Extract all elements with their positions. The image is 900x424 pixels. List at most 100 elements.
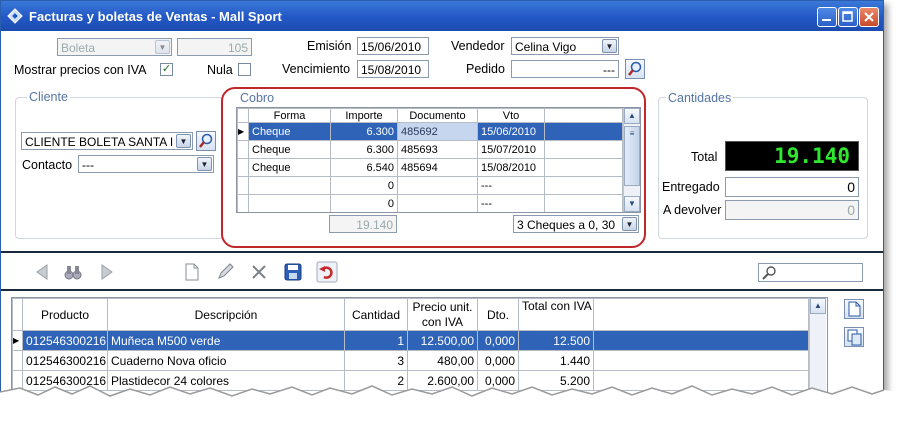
cell-vto[interactable]: 15/08/2010 xyxy=(477,158,545,177)
cell-importe[interactable]: 6.300 xyxy=(330,122,398,141)
new-line-button[interactable] xyxy=(844,299,864,319)
row-header xyxy=(237,140,249,159)
edit-button[interactable] xyxy=(214,261,236,283)
cell-vto[interactable]: 15/06/2010 xyxy=(477,122,545,141)
cell-empty xyxy=(544,122,623,141)
col-forma[interactable]: Forma xyxy=(248,108,331,123)
delete-button[interactable] xyxy=(248,261,270,283)
minimize-button[interactable] xyxy=(817,7,837,27)
entregado-field[interactable]: 0 xyxy=(725,177,859,197)
cell-vto[interactable]: 15/07/2010 xyxy=(477,140,545,159)
cell-forma[interactable]: Cheque xyxy=(248,158,331,177)
cell-precio[interactable]: 480,00 xyxy=(407,350,478,371)
save-icon xyxy=(284,263,302,281)
scroll-up-icon[interactable]: ▲ xyxy=(810,298,826,314)
table-row[interactable]: Cheque 6.540 485694 15/08/2010 xyxy=(237,158,623,177)
cell-importe[interactable]: 0 xyxy=(330,176,398,195)
cell-dto[interactable]: 0,000 xyxy=(477,350,519,371)
vencimiento-field[interactable]: 15/08/2010 xyxy=(357,60,429,78)
cell-dto[interactable]: 0,000 xyxy=(477,330,519,351)
table-row[interactable]: 0 --- xyxy=(237,176,623,195)
scroll-thumb[interactable]: ≡ xyxy=(624,126,640,186)
cliente-search-button[interactable] xyxy=(196,131,216,151)
pedido-label: Pedido xyxy=(466,62,505,76)
copy-line-button[interactable] xyxy=(844,327,864,347)
emision-field[interactable]: 15/06/2010 xyxy=(357,37,429,55)
doc-number-field[interactable]: 105 xyxy=(177,38,252,56)
cell-documento[interactable]: 485692 xyxy=(397,122,478,141)
doc-type-value: Boleta xyxy=(61,41,96,55)
new-button[interactable] xyxy=(181,261,203,283)
cell-producto[interactable]: 012546300216 xyxy=(22,350,108,371)
close-button[interactable] xyxy=(859,7,879,27)
nula-checkbox[interactable] xyxy=(238,63,251,76)
col-descripcion[interactable]: Descripción xyxy=(107,298,345,331)
new-document-icon xyxy=(848,301,861,317)
cell-documento[interactable]: 485694 xyxy=(397,158,478,177)
table-row[interactable]: ▶ 012546300216 Muñeca M500 verde 1 12.50… xyxy=(12,330,809,351)
cell-cantidad[interactable]: 3 xyxy=(344,350,408,371)
col-documento[interactable]: Documento xyxy=(397,108,478,123)
cell-documento[interactable] xyxy=(397,194,478,212)
title-bar[interactable]: Facturas y boletas de Ventas - Mall Spor… xyxy=(1,1,883,31)
col-producto[interactable]: Producto xyxy=(22,298,108,331)
row-header-corner xyxy=(237,108,249,123)
table-row[interactable]: ▶ Cheque 6.300 485692 15/06/2010 xyxy=(237,122,623,141)
next-button[interactable] xyxy=(96,261,118,283)
mostrar-iva-checkbox[interactable]: ✓ xyxy=(160,63,173,76)
cell-forma[interactable] xyxy=(248,176,331,195)
cell-empty xyxy=(544,176,623,195)
col-empty xyxy=(544,108,623,123)
pedido-field[interactable]: --- xyxy=(511,60,619,78)
previous-button[interactable] xyxy=(31,261,53,283)
cobro-plan-combo[interactable]: 3 Cheques a 0, 30 ▼ xyxy=(513,215,639,233)
cell-forma[interactable]: Cheque xyxy=(248,122,331,141)
cell-cantidad[interactable]: 1 xyxy=(344,330,408,351)
col-vto[interactable]: Vto xyxy=(477,108,545,123)
cell-vto[interactable]: --- xyxy=(477,176,545,195)
cell-vto[interactable]: --- xyxy=(477,194,545,212)
cliente-combo[interactable]: CLIENTE BOLETA SANTA I ▼ xyxy=(21,132,193,150)
maximize-button[interactable] xyxy=(838,7,858,27)
scroll-up-icon[interactable]: ▲ xyxy=(624,108,640,124)
table-row[interactable]: Cheque 6.300 485693 15/07/2010 xyxy=(237,140,623,159)
current-row-marker: ▶ xyxy=(12,330,23,351)
cell-total[interactable]: 12.500 xyxy=(518,330,594,351)
cell-forma[interactable] xyxy=(248,194,331,212)
cobro-header-row: Forma Importe Documento Vto xyxy=(237,108,623,123)
undo-icon xyxy=(316,261,338,283)
col-importe[interactable]: Importe xyxy=(330,108,398,123)
search-input[interactable] xyxy=(758,263,863,282)
binoculars-button[interactable] xyxy=(62,261,84,283)
table-row[interactable]: 0 --- xyxy=(237,194,623,212)
devolver-field: 0 xyxy=(725,200,859,220)
cell-descripcion[interactable]: Muñeca M500 verde xyxy=(107,330,345,351)
table-row[interactable]: 012546300216 Cuaderno Nova oficio 3 480,… xyxy=(12,350,809,371)
undo-button[interactable] xyxy=(316,261,338,283)
cell-documento[interactable] xyxy=(397,176,478,195)
cell-importe[interactable]: 0 xyxy=(330,194,398,212)
vendedor-combo[interactable]: Celina Vigo ▼ xyxy=(511,37,619,55)
cell-importe[interactable]: 6.300 xyxy=(330,140,398,159)
cell-producto[interactable]: 012546300216 xyxy=(22,330,108,351)
cobro-scrollbar[interactable]: ▲ ≡ ▼ xyxy=(623,108,640,212)
cell-precio[interactable]: 12.500,00 xyxy=(407,330,478,351)
col-dto[interactable]: Dto. xyxy=(477,298,519,331)
save-button[interactable] xyxy=(282,261,304,283)
pencil-icon xyxy=(218,263,234,279)
col-precio-line1: Precio unit. xyxy=(412,299,473,314)
cobro-grid[interactable]: Forma Importe Documento Vto ▶ Cheque 6.3… xyxy=(236,107,641,213)
cell-documento[interactable]: 485693 xyxy=(397,140,478,159)
cell-importe[interactable]: 6.540 xyxy=(330,158,398,177)
cell-descripcion[interactable]: Cuaderno Nova oficio xyxy=(107,350,345,371)
pedido-search-button[interactable] xyxy=(625,59,645,79)
col-precio[interactable]: Precio unit. con IVA xyxy=(407,298,478,331)
col-total[interactable]: Total con IVA xyxy=(518,298,594,331)
doc-type-combo[interactable]: Boleta ▼ xyxy=(57,38,172,56)
col-cantidad[interactable]: Cantidad xyxy=(344,298,408,331)
copy-icon xyxy=(847,329,862,346)
contacto-combo[interactable]: --- ▼ xyxy=(78,155,214,173)
cell-total[interactable]: 1.440 xyxy=(518,350,594,371)
cell-forma[interactable]: Cheque xyxy=(248,140,331,159)
scroll-down-icon[interactable]: ▼ xyxy=(624,196,640,212)
